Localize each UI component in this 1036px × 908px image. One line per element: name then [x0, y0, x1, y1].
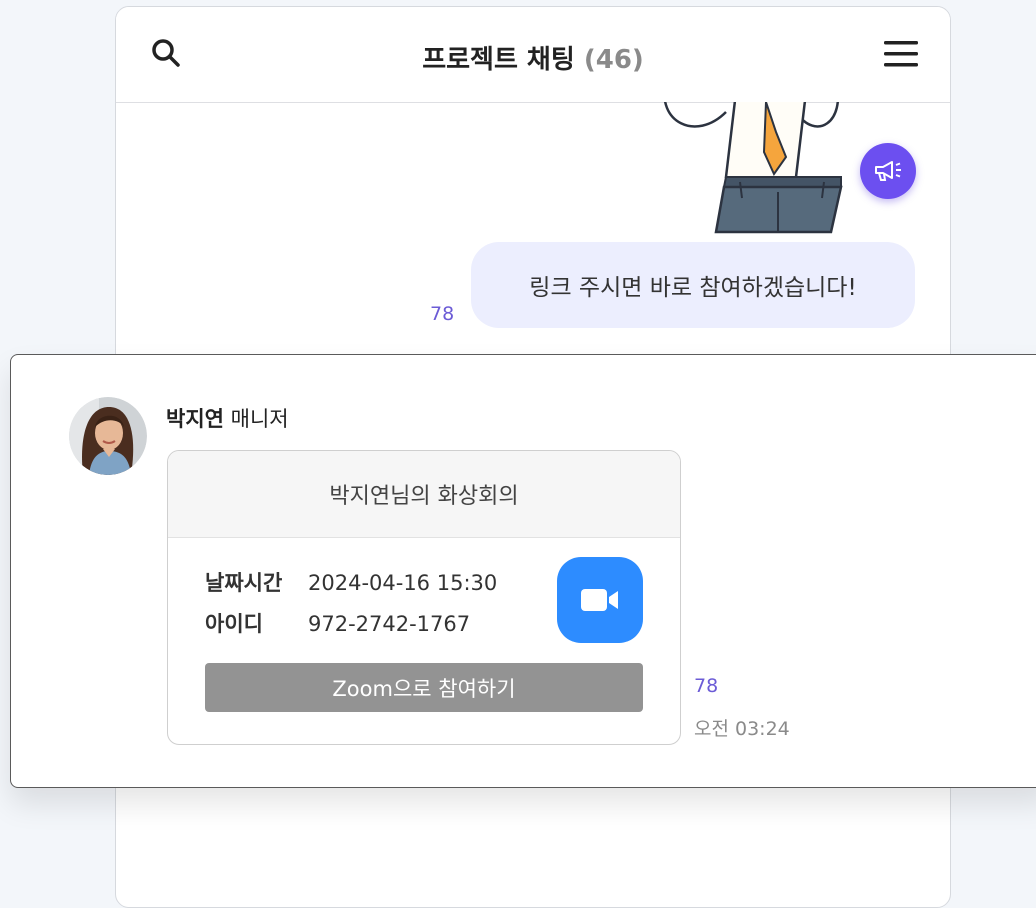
page-title: 프로젝트 채팅 (46)	[116, 39, 950, 76]
chat-header: 프로젝트 채팅 (46)	[116, 7, 950, 103]
sender-name: 박지연	[166, 407, 224, 431]
sender-info: 박지연 매니저	[166, 403, 289, 433]
zoom-join-button[interactable]: Zoom으로 참여하기	[205, 663, 643, 712]
meeting-id-value: 972-2742-1767	[308, 612, 471, 636]
unread-count: 78	[694, 675, 719, 697]
avatar[interactable]	[69, 397, 147, 475]
avatar-image	[69, 397, 147, 475]
character-illustration	[664, 102, 843, 234]
datetime-label: 날짜시간	[205, 571, 283, 595]
zoom-logo[interactable]	[557, 557, 643, 643]
chat-title: 프로젝트 채팅	[422, 45, 575, 75]
highlighted-message: 박지연 매니저 박지연님의 화상회의 날짜시간 2024-04-16 15:30 …	[10, 354, 1036, 788]
video-camera-icon	[581, 589, 618, 611]
sender-role: 매니저	[230, 407, 289, 431]
member-count: (46)	[583, 45, 644, 75]
meeting-title: 박지연님의 화상회의	[168, 451, 680, 538]
outgoing-message-bubble: 링크 주시면 바로 참여하겠습니다!	[471, 242, 915, 328]
video-meeting-card: 박지연님의 화상회의 날짜시간 2024-04-16 15:30 아이디 972-2…	[167, 450, 681, 745]
meeting-id-row: 아이디 972-2742-1767	[205, 608, 470, 638]
meeting-id-label: 아이디	[205, 612, 263, 636]
datetime-value: 2024-04-16 15:30	[308, 571, 498, 595]
hamburger-menu-icon[interactable]	[884, 40, 918, 68]
announcement-button[interactable]	[860, 143, 916, 199]
message-timestamp: 오전 03:24	[694, 718, 790, 740]
unread-count: 78	[430, 303, 455, 325]
meeting-datetime-row: 날짜시간 2024-04-16 15:30	[205, 567, 497, 597]
megaphone-icon	[875, 161, 901, 181]
outgoing-message-text: 링크 주시면 바로 참여하겠습니다!	[529, 275, 857, 301]
